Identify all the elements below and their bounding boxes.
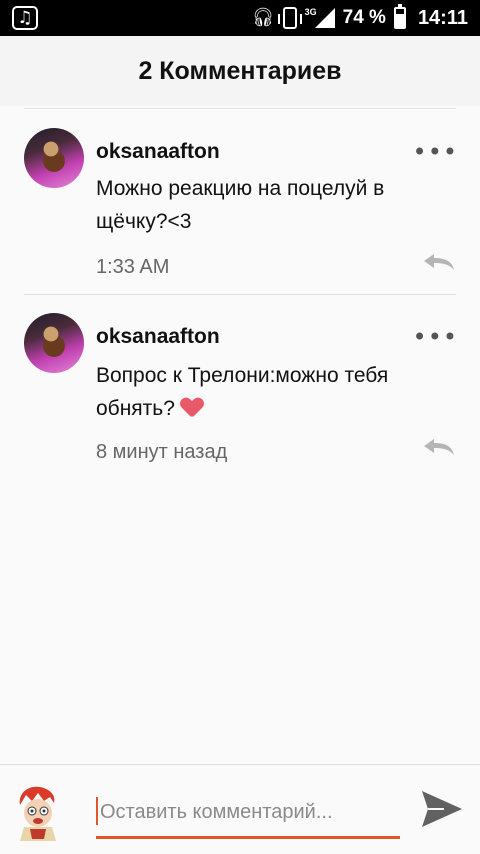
heart-emoji-icon xyxy=(181,398,203,418)
comment-text: Вопрос к Трелони:можно тебя обнять? xyxy=(96,359,436,425)
comment-text-content: Вопрос к Трелони:можно тебя обнять? xyxy=(96,364,389,420)
status-icons: 🎧︎ 3G 74 % 14:11 xyxy=(252,0,468,36)
comment-input-wrap xyxy=(96,789,400,839)
comment-time: 8 минут назад xyxy=(96,441,228,463)
avatar[interactable] xyxy=(24,128,84,188)
signal-icon: 3G xyxy=(305,5,335,31)
text-caret xyxy=(96,797,98,825)
comment-username[interactable]: oksanaafton xyxy=(96,325,220,349)
divider xyxy=(24,108,456,109)
battery-percent: 74 % xyxy=(342,7,386,28)
reply-arrow-icon[interactable] xyxy=(422,252,456,272)
avatar[interactable] xyxy=(24,313,84,373)
battery-icon xyxy=(393,4,406,29)
status-bar: ♫ 🎧︎ 3G 74 % 14:11 xyxy=(0,0,480,36)
vibrate-icon xyxy=(277,7,302,29)
comment-username[interactable]: oksanaafton xyxy=(96,140,220,164)
clock: 14:11 xyxy=(417,6,468,29)
reply-arrow-icon[interactable] xyxy=(422,437,456,457)
more-dots-icon[interactable]: ••• xyxy=(413,140,458,164)
more-dots-icon[interactable]: ••• xyxy=(413,325,458,349)
comment-item: oksanaafton ••• Вопрос к Трелони:можно т… xyxy=(0,295,480,480)
comment-text: Можно реакцию на поцелуй в щёчку?<3 xyxy=(96,177,385,233)
header: 2 Комментариев xyxy=(0,36,480,106)
comment-item: oksanaafton ••• Можно реакцию на поцелуй… xyxy=(0,110,480,295)
compose-bar xyxy=(0,764,480,854)
page-title: 2 Комментариев xyxy=(138,57,342,85)
headphones-icon: 🎧︎ xyxy=(251,7,275,28)
send-icon[interactable] xyxy=(420,787,464,831)
music-note-icon: ♫ xyxy=(12,6,38,30)
comment-time: 1:33 AM xyxy=(96,256,170,278)
comment-input[interactable] xyxy=(96,789,400,835)
user-avatar[interactable] xyxy=(14,783,62,841)
